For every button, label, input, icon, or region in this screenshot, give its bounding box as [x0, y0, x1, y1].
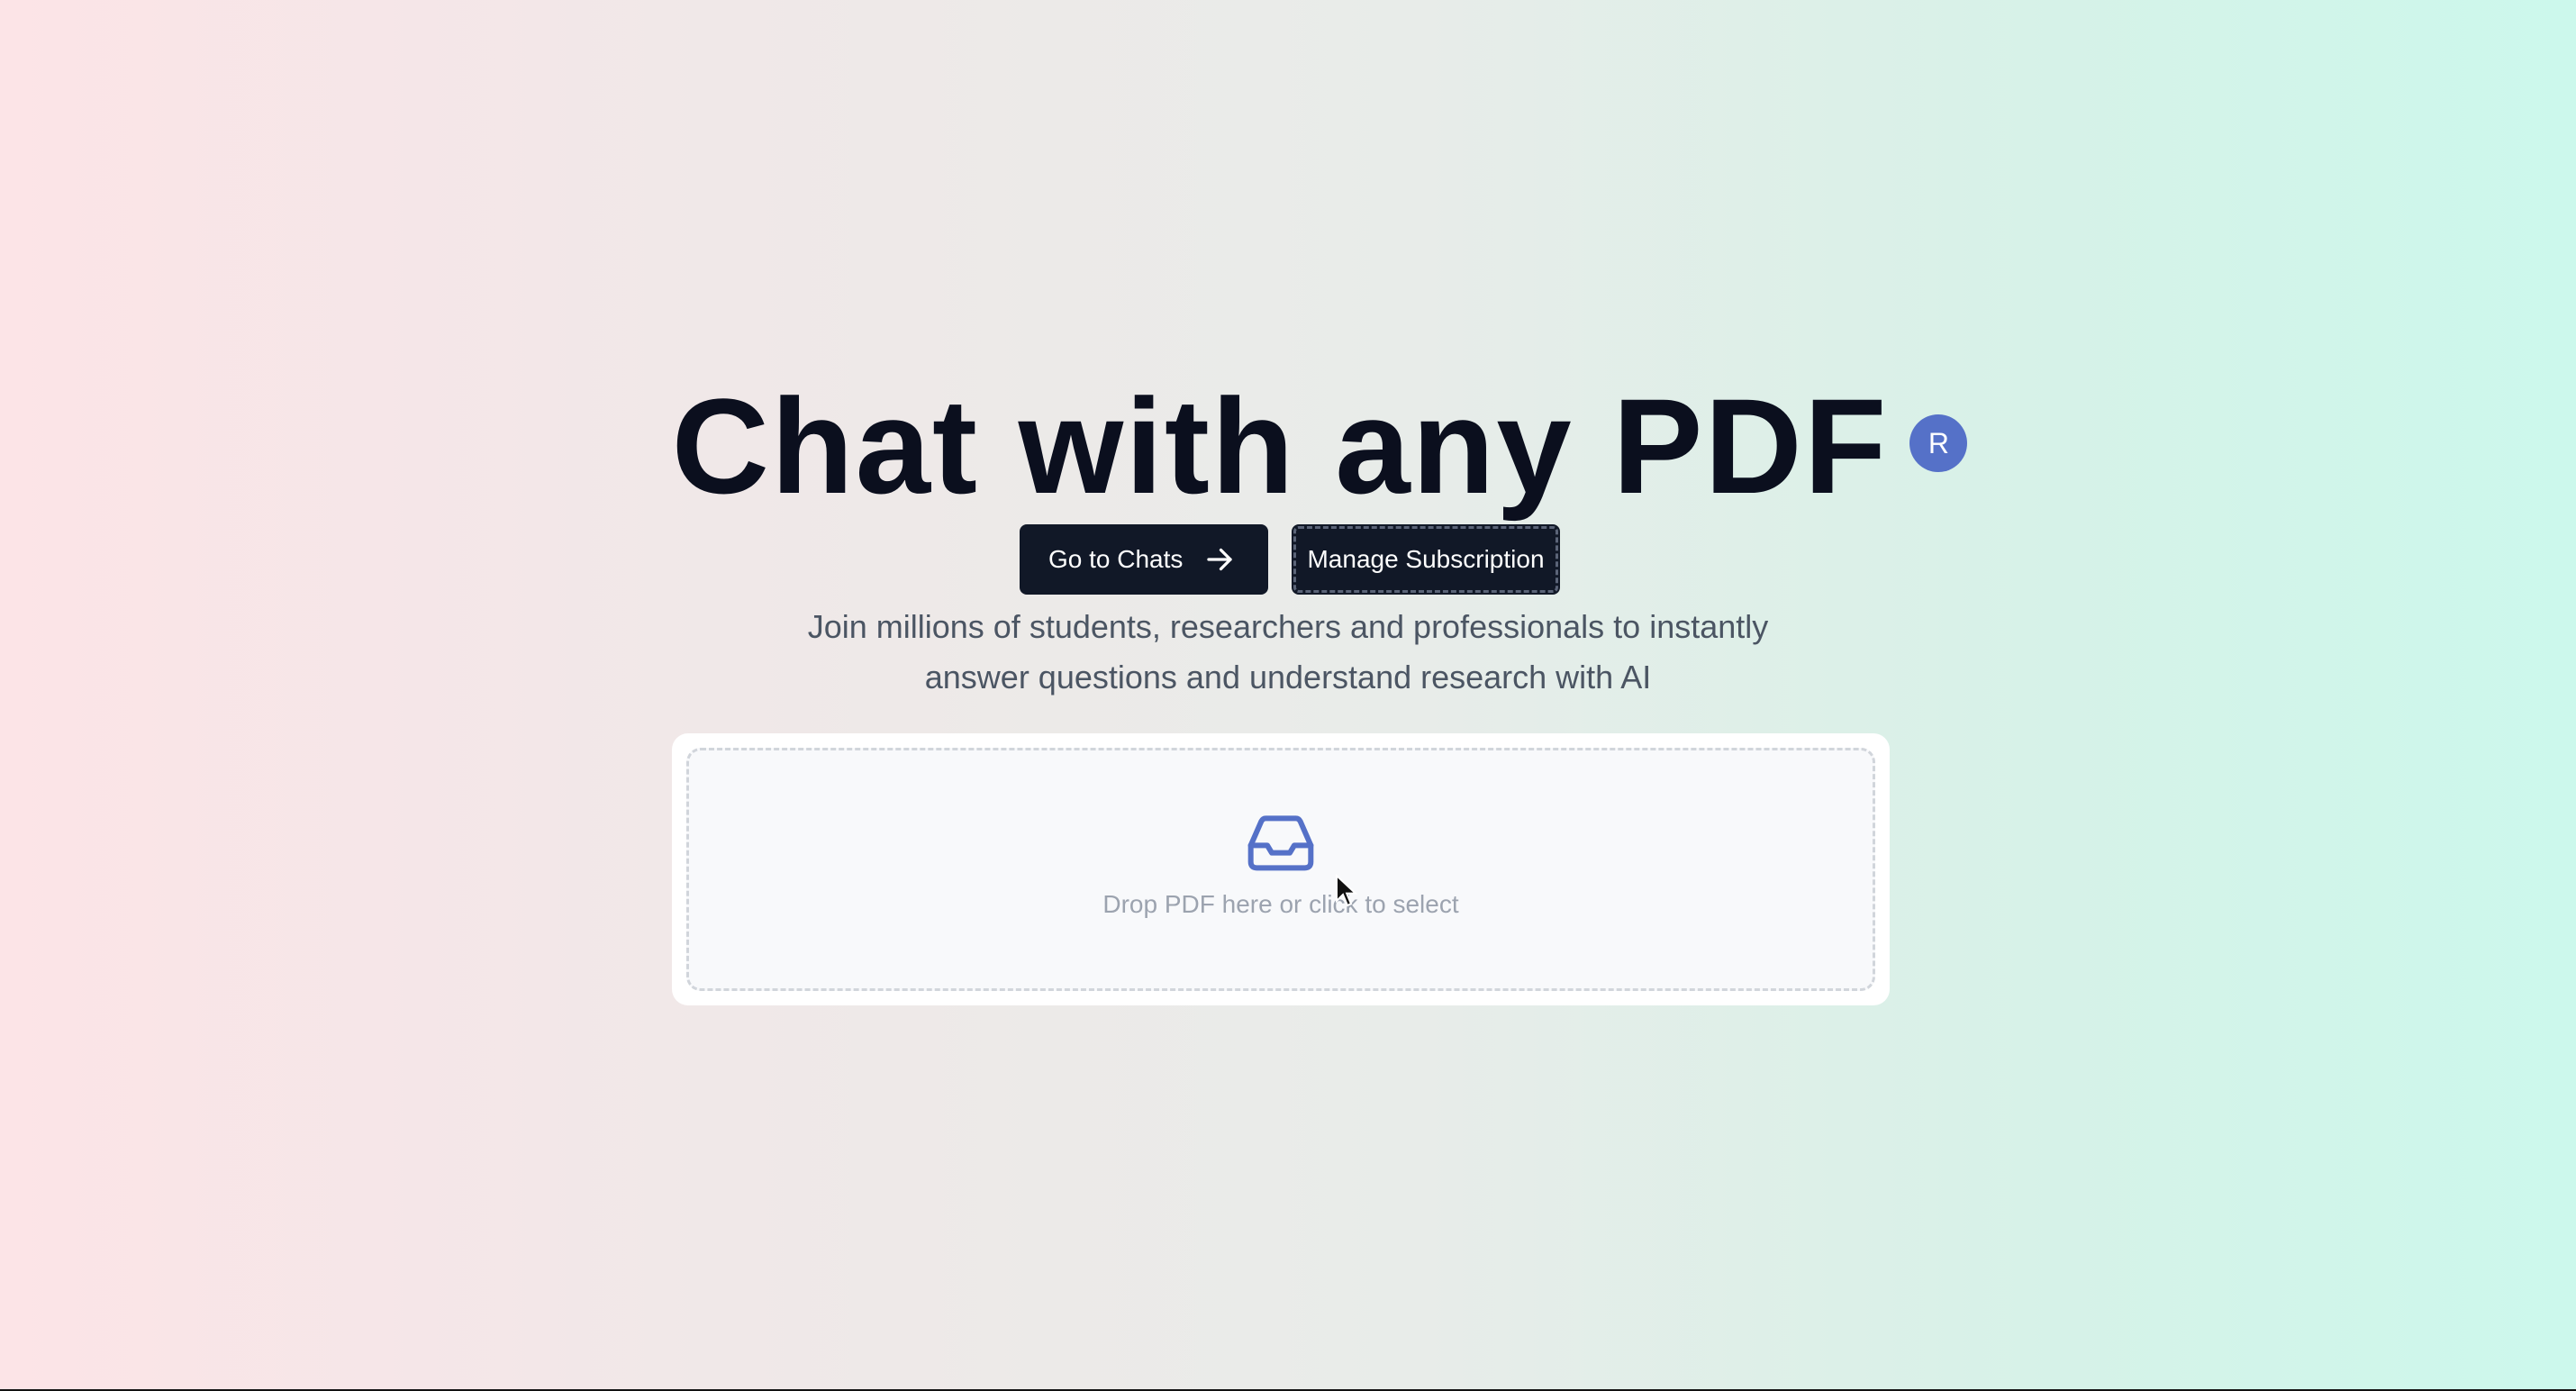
- dropzone-prompt: Drop PDF here or click to select: [1102, 889, 1459, 918]
- upload-card: Drop PDF here or click to select: [672, 733, 1890, 1005]
- action-buttons: Go to Chats Manage Subscription: [0, 524, 2576, 595]
- mouse-cursor-icon: [1335, 873, 1358, 913]
- avatar-initial: R: [1927, 426, 1949, 459]
- title-row: Chat with any PDF R: [0, 365, 2576, 527]
- arrow-right-icon: [1203, 543, 1236, 576]
- go-to-chats-button[interactable]: Go to Chats: [1020, 524, 1268, 595]
- pdf-dropzone[interactable]: Drop PDF here or click to select: [686, 748, 1875, 991]
- hero-section: Chat with any PDF R Go to Chats Manage S…: [0, 0, 2576, 1391]
- manage-subscription-button[interactable]: Manage Subscription: [1292, 524, 1560, 595]
- page-title: Chat with any PDF: [671, 370, 1889, 522]
- subtitle-line-1: Join millions of students, researchers a…: [807, 608, 1769, 645]
- inbox-icon: [1245, 812, 1317, 877]
- manage-subscription-label: Manage Subscription: [1307, 545, 1545, 573]
- subtitle-line-2: answer questions and understand research…: [924, 659, 1652, 696]
- user-avatar[interactable]: R: [1909, 414, 1968, 472]
- go-to-chats-label: Go to Chats: [1048, 545, 1184, 573]
- hero-subtitle: Join millions of students, researchers a…: [0, 602, 2576, 703]
